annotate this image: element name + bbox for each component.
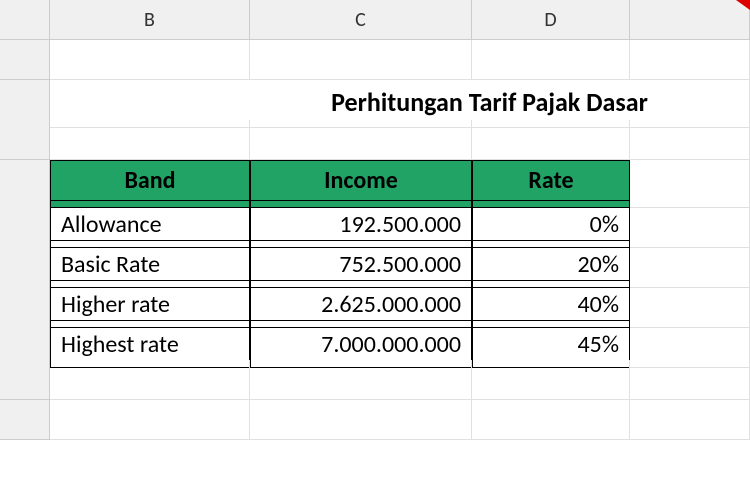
row-header[interactable] bbox=[0, 40, 50, 80]
cell[interactable] bbox=[50, 40, 250, 80]
cell[interactable] bbox=[472, 40, 630, 80]
cell[interactable] bbox=[250, 40, 472, 80]
cell[interactable] bbox=[472, 120, 630, 160]
row-header[interactable] bbox=[0, 120, 50, 160]
cell[interactable] bbox=[50, 360, 250, 400]
cell[interactable] bbox=[630, 360, 750, 400]
col-header-d[interactable]: D bbox=[472, 0, 630, 40]
col-header-c[interactable]: C bbox=[250, 0, 472, 40]
cell[interactable] bbox=[630, 40, 750, 80]
row-header[interactable] bbox=[0, 400, 50, 440]
cell[interactable] bbox=[50, 120, 250, 160]
col-header-b[interactable]: B bbox=[50, 0, 250, 40]
cell[interactable] bbox=[630, 400, 750, 440]
spreadsheet-grid: B C D Perhitungan Tarif Pajak Dasar Band… bbox=[0, 0, 750, 440]
col-header-e[interactable] bbox=[630, 0, 750, 40]
cell[interactable] bbox=[250, 120, 472, 160]
cell[interactable] bbox=[472, 360, 630, 400]
row-header[interactable] bbox=[0, 360, 50, 400]
cell[interactable] bbox=[50, 400, 250, 440]
cell[interactable] bbox=[250, 400, 472, 440]
cell[interactable] bbox=[250, 360, 472, 400]
cell[interactable] bbox=[472, 400, 630, 440]
cell[interactable] bbox=[630, 120, 750, 160]
corner-cell bbox=[0, 0, 50, 40]
